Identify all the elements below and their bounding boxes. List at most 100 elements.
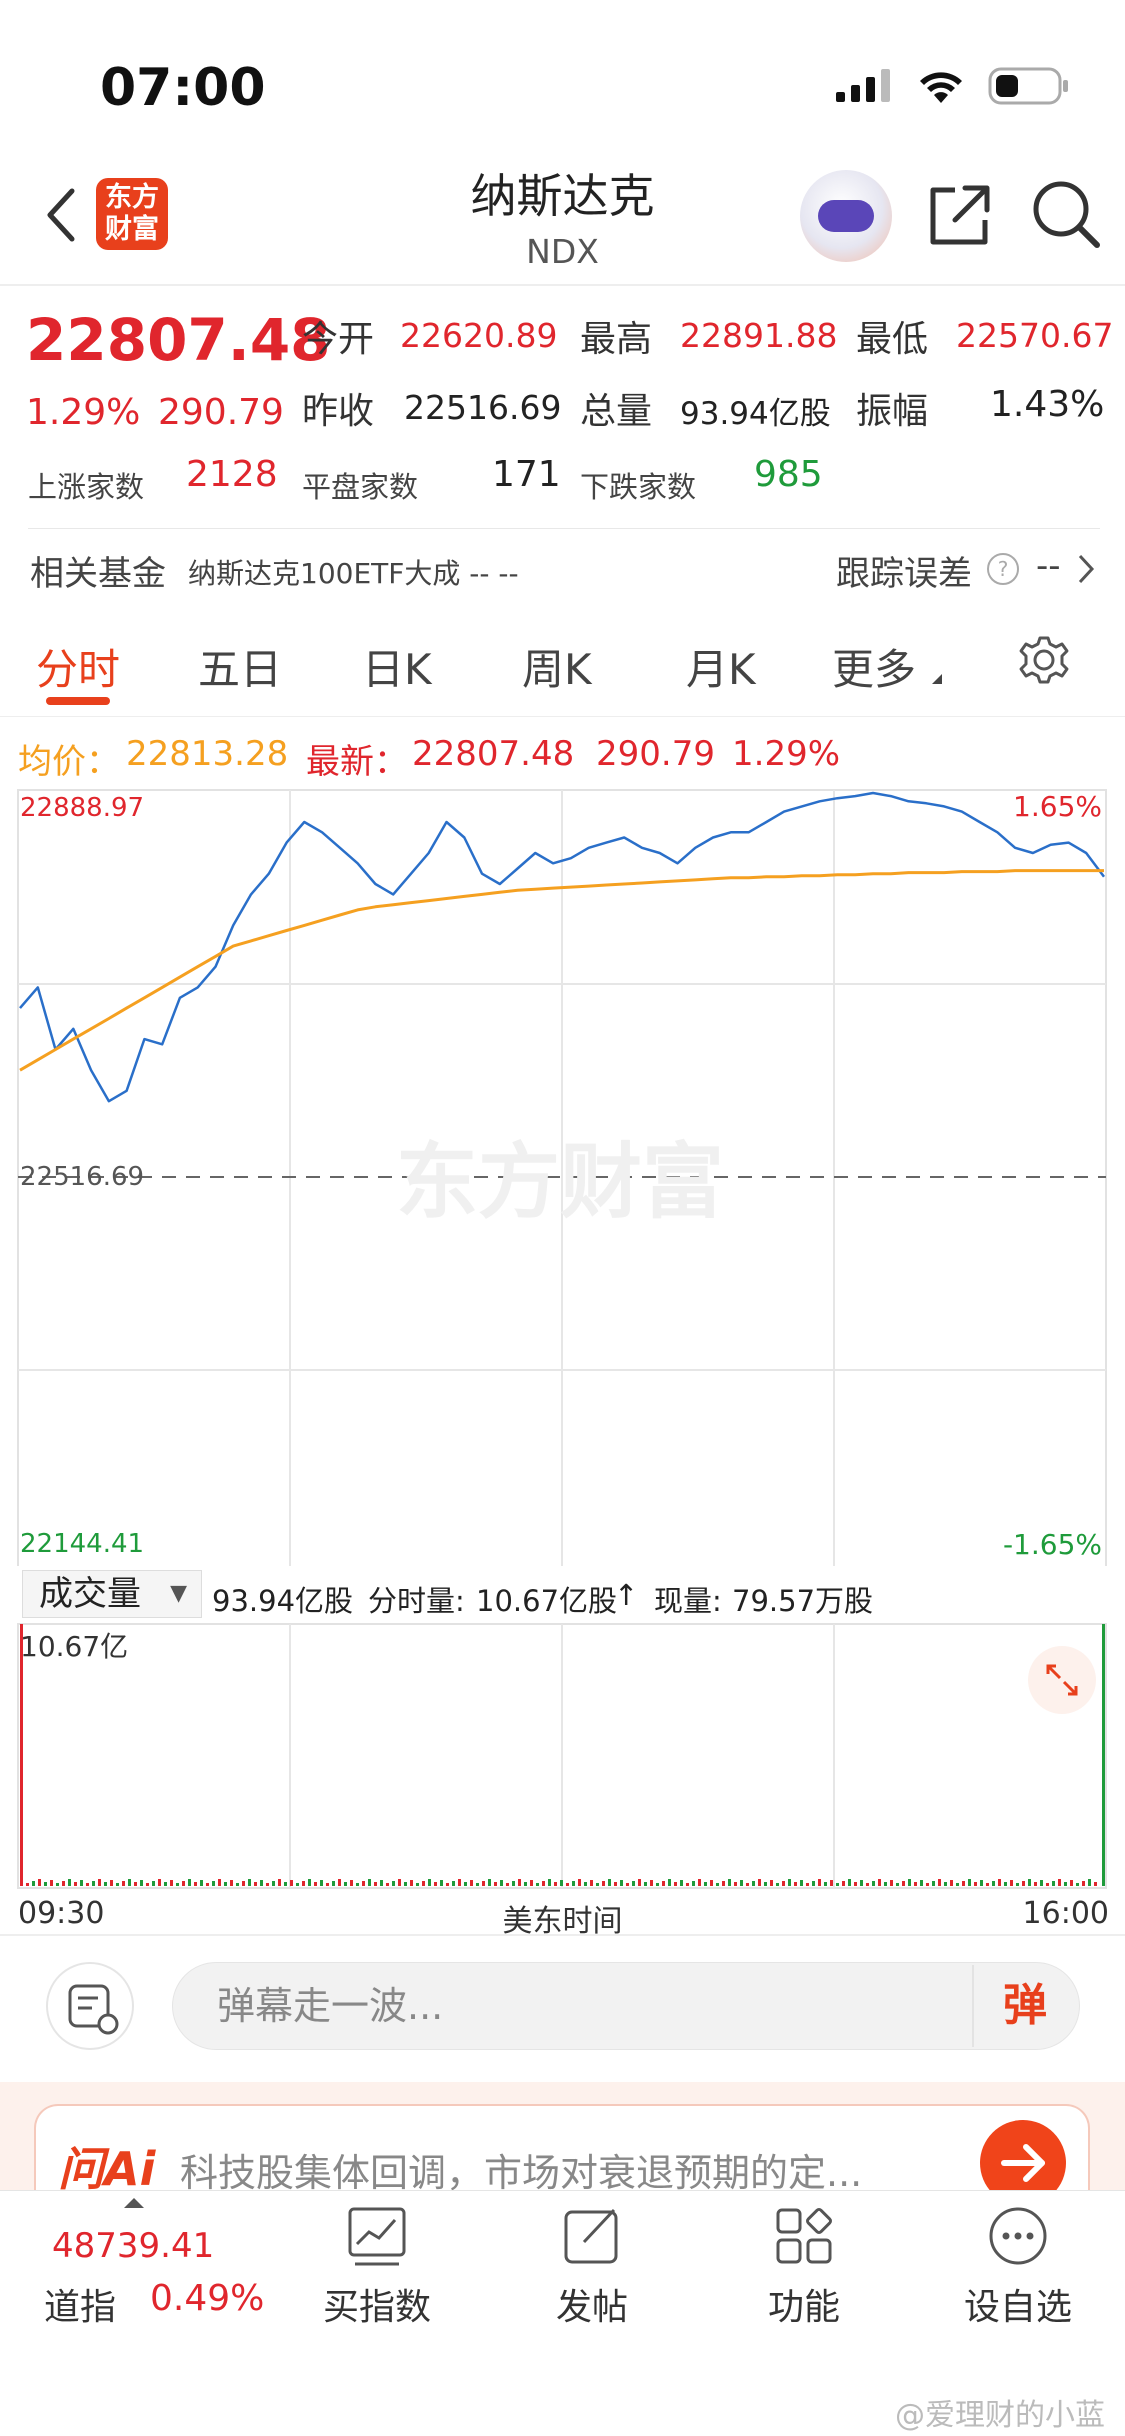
danmaku-input[interactable]: 弹幕走一波... <box>172 1962 1080 2050</box>
volume-bar <box>140 1880 143 1886</box>
fullscreen-button <box>1028 1646 1096 1714</box>
volume-bar <box>1010 1880 1013 1886</box>
volume-bar <box>410 1880 413 1886</box>
volume-chart[interactable]: 10.67亿 <box>0 1622 1125 1896</box>
volume-bar <box>830 1880 833 1886</box>
volume-bar <box>470 1880 473 1886</box>
pct-top-label: 1.65% <box>1013 790 1102 823</box>
volume-bar <box>902 1881 905 1886</box>
volume-bar <box>788 1879 791 1886</box>
volume-bar <box>230 1880 233 1886</box>
nav-buy-index[interactable]: 买指数 <box>300 2278 454 2330</box>
volume-bar <box>278 1879 281 1886</box>
help-icon[interactable]: ? <box>986 552 1020 586</box>
tab-five-day[interactable]: 五日 <box>198 636 282 697</box>
avg-price-value: 22813.28 <box>126 734 289 774</box>
nav-add-watchlist[interactable]: 设自选 <box>940 2278 1096 2330</box>
comment-list-button[interactable] <box>46 1962 134 2050</box>
volume-bar <box>218 1879 221 1886</box>
volume-bar <box>146 1883 149 1886</box>
volume-bar <box>350 1880 353 1886</box>
volume-bar <box>482 1881 485 1886</box>
open-label: 今开 <box>302 319 375 360</box>
tab-weekly-k[interactable]: 周K <box>522 636 592 697</box>
intraday-chart[interactable]: 东方财富 22888.97 22516.69 22144.41 1.65% -1… <box>0 786 1125 1566</box>
volume-bars <box>26 1879 1097 1886</box>
volume-bar <box>758 1879 761 1886</box>
volume-bar <box>1070 1880 1073 1886</box>
dow-index-value[interactable]: 48739.41 <box>52 2226 214 2266</box>
volume-bar <box>920 1880 923 1886</box>
volume-bar <box>182 1881 185 1886</box>
chevron-right-icon[interactable] <box>1074 552 1098 586</box>
volume-bar <box>380 1880 383 1886</box>
volume-bar <box>1028 1879 1031 1886</box>
flat-count: 171 <box>492 454 561 495</box>
volume-bar <box>686 1883 689 1886</box>
volume-bar <box>1016 1883 1019 1886</box>
more-icon[interactable] <box>986 2204 1050 2268</box>
danmaku-send-button[interactable]: 弹 <box>972 1965 1076 2047</box>
volume-bar <box>428 1879 431 1886</box>
tab-active-indicator <box>46 697 110 705</box>
volume-bar <box>74 1882 77 1886</box>
nav-post[interactable]: 发帖 <box>516 2278 668 2330</box>
buy-index-icon[interactable] <box>345 2204 409 2268</box>
volume-bar <box>704 1882 707 1886</box>
volume-bar <box>188 1879 191 1886</box>
volume-bar <box>956 1883 959 1886</box>
volume-bar <box>728 1879 731 1886</box>
y-bottom-label: 22144.41 <box>20 1529 144 1559</box>
indicator-select[interactable]: 成交量 ▼ <box>22 1570 202 1618</box>
volume-bar <box>488 1879 491 1886</box>
tab-intraday[interactable]: 分时 <box>36 636 120 697</box>
dow-index-name[interactable]: 道指 <box>44 2278 116 2330</box>
caret-up-icon <box>124 2198 144 2208</box>
nav-functions[interactable]: 功能 <box>728 2278 880 2330</box>
dow-index-pct[interactable]: 0.49% <box>150 2278 264 2319</box>
ai-assistant-avatar[interactable] <box>800 170 892 262</box>
volume-bar <box>992 1881 995 1886</box>
volume-bar <box>854 1882 857 1886</box>
current-volume-value: 79.57万股 <box>732 1584 874 1618</box>
signal-icon <box>836 69 890 102</box>
avg-price-label: 均价： <box>18 742 120 782</box>
volume-bar <box>764 1882 767 1886</box>
post-icon[interactable] <box>560 2204 624 2268</box>
pct-bottom-label: -1.65% <box>1003 1528 1102 1561</box>
volume-bar <box>806 1883 809 1886</box>
volume-bar <box>530 1880 533 1886</box>
volume-bar <box>668 1879 671 1886</box>
volume-bar <box>542 1881 545 1886</box>
volume-bar <box>92 1881 95 1886</box>
settings-gear-icon[interactable] <box>1018 634 1070 686</box>
volume-bar <box>566 1883 569 1886</box>
search-icon[interactable] <box>1030 178 1102 250</box>
volume-bar <box>506 1883 509 1886</box>
tab-monthly-k[interactable]: 月K <box>686 636 756 697</box>
tick-volume-label: 分时量: <box>368 1584 465 1618</box>
volume-bar <box>1094 1882 1097 1886</box>
low-value: 22570.67 <box>956 316 1114 355</box>
volume-bar <box>338 1879 341 1886</box>
volume-bar <box>1034 1882 1037 1886</box>
chart-watermark: 东方财富 <box>396 1135 724 1230</box>
functions-icon[interactable] <box>772 2204 836 2268</box>
volume-max-label: 10.67亿 <box>20 1630 128 1663</box>
volume-bar <box>638 1879 641 1886</box>
volume-bar <box>452 1881 455 1886</box>
share-icon[interactable] <box>925 180 995 250</box>
volume-bar <box>500 1880 503 1886</box>
battery-icon <box>988 67 1068 105</box>
current-price: 22807.48 <box>26 306 331 374</box>
tab-more[interactable]: 更多 <box>832 636 916 697</box>
volume-bar <box>986 1883 989 1886</box>
fund-divider <box>28 528 1100 529</box>
volume-bar <box>176 1883 179 1886</box>
volume-bar <box>476 1883 479 1886</box>
volume-bar <box>116 1883 119 1886</box>
volume-bar <box>524 1882 527 1886</box>
fund-name[interactable]: 纳斯达克100ETF大成 -- -- <box>188 552 519 592</box>
fund-label: 相关基金 <box>30 554 166 594</box>
tab-daily-k[interactable]: 日K <box>362 636 432 697</box>
